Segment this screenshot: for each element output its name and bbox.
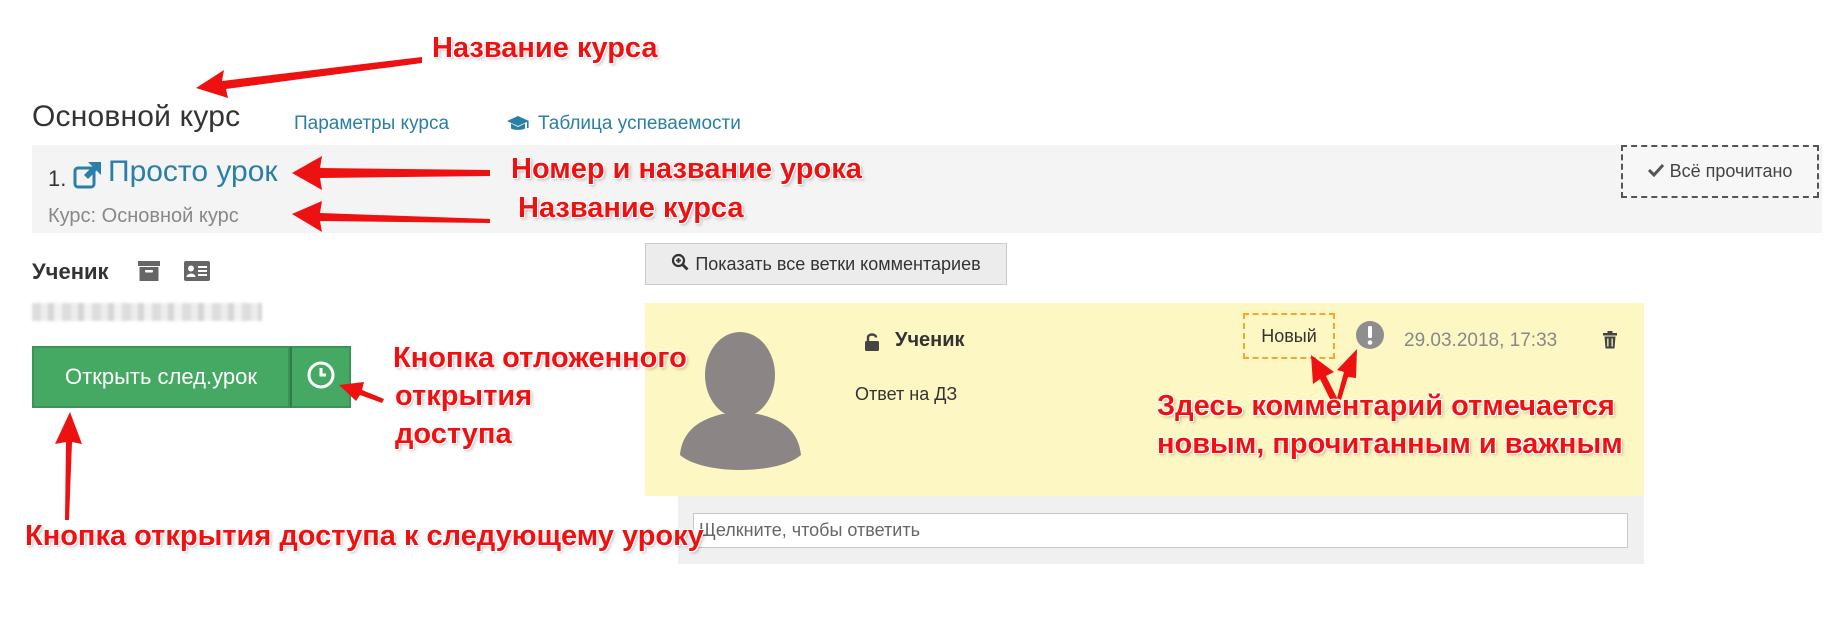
clock-icon: [306, 360, 336, 395]
comment-text: Ответ на ДЗ: [855, 384, 958, 404]
student-email-blurred: [32, 303, 262, 321]
exclamation-circle-icon[interactable]: [1355, 320, 1385, 355]
trash-icon[interactable]: [1602, 331, 1618, 354]
lesson-title-link[interactable]: Просто урок: [108, 155, 278, 189]
mark-all-read-label: Всё прочитано: [1669, 161, 1793, 181]
annotation-course-title: Название курса: [432, 32, 658, 64]
lesson-course-line: Курс: Основной курс: [48, 205, 239, 227]
status-badge-new[interactable]: Новый: [1243, 313, 1335, 359]
check-icon: [1647, 161, 1664, 182]
avatar: [678, 330, 803, 475]
annotation-delay-line3: доступа: [395, 418, 512, 450]
annotation-mark-line1: Здесь комментарий отмечается: [1157, 390, 1615, 422]
annotation-delay-line1: Кнопка отложенного: [393, 342, 687, 374]
id-card-icon[interactable]: [183, 260, 211, 287]
show-all-threads-label: Показать все ветки комментариев: [695, 253, 981, 274]
lock-open-icon: [864, 332, 880, 357]
student-label: Ученик: [32, 259, 109, 284]
comment-author: Ученик: [895, 329, 965, 351]
external-link-icon[interactable]: [73, 160, 103, 195]
lesson-bar: [32, 145, 1822, 233]
annotation-course-name: Название курса: [518, 192, 744, 224]
mark-all-read-button[interactable]: Всё прочитано: [1621, 145, 1819, 198]
delayed-open-button[interactable]: [290, 346, 351, 408]
search-plus-icon: [671, 253, 689, 276]
course-params-link[interactable]: Параметры курса: [294, 113, 449, 135]
archive-icon[interactable]: [137, 260, 161, 287]
open-next-lesson-button[interactable]: Открыть след.урок: [32, 346, 290, 408]
graduation-cap-icon: [506, 115, 530, 133]
annotation-mark-line2: новым, прочитанным и важным: [1157, 428, 1623, 460]
annotation-delay-line2: открытия: [395, 380, 533, 412]
annotation-lesson-number-name: Номер и название урока: [511, 153, 862, 185]
annotation-open-next: Кнопка открытия доступа к следующему уро…: [25, 520, 704, 552]
reply-input[interactable]: [693, 513, 1628, 548]
gradebook-link[interactable]: Таблица успеваемости: [506, 113, 741, 135]
lesson-number: 1.: [48, 166, 67, 191]
gradebook-link-label: Таблица успеваемости: [538, 113, 741, 134]
comment-timestamp: 29.03.2018, 17:33: [1404, 330, 1558, 351]
show-all-threads-button[interactable]: Показать все ветки комментариев: [645, 243, 1007, 285]
course-title: Основной курс: [32, 100, 241, 133]
open-access-button-group: Открыть след.урок: [32, 346, 351, 408]
